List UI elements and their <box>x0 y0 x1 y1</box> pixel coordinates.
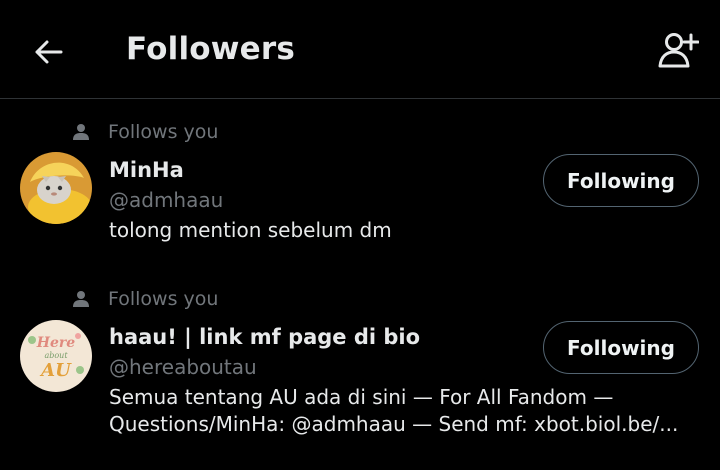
follower-name: haau! | link mf page di bio <box>109 325 421 349</box>
follows-you-label: Follows you <box>108 121 219 143</box>
avatar[interactable]: Here about AU <box>20 320 92 392</box>
avatar-logo-text: AU <box>39 360 72 381</box>
back-button[interactable] <box>30 34 66 70</box>
avatar-logo-text: about <box>44 351 68 360</box>
person-icon <box>73 291 89 307</box>
top-app-bar: Followers <box>0 0 720 99</box>
follower-handle: @admhaau <box>109 188 224 212</box>
following-button[interactable]: Following <box>543 154 699 207</box>
avatar-logo-text: Here <box>36 335 76 351</box>
avatar-image <box>20 152 92 224</box>
following-button[interactable]: Following <box>543 321 699 374</box>
follows-you-line: Follows you <box>72 120 218 144</box>
bio-line: Questions/MinHa: @admhaau — Send mf: xbo… <box>109 412 679 436</box>
follower-bio: Semua tentang AU ada di sini — For All F… <box>109 384 709 438</box>
person-icon <box>73 124 89 140</box>
follower-bio: tolong mention sebelum dm <box>109 217 709 244</box>
page-title: Followers <box>126 31 295 67</box>
bio-line: Semua tentang AU ada di sini — For All F… <box>109 385 614 409</box>
follows-you-line: Follows you <box>72 287 218 311</box>
avatar-image: Here about AU <box>20 320 92 392</box>
add-user-button[interactable] <box>656 30 700 70</box>
add-user-icon <box>658 33 699 68</box>
avatar[interactable] <box>20 152 92 224</box>
bio-line: tolong mention sebelum dm <box>109 218 392 242</box>
follower-name: MinHa <box>109 158 184 182</box>
follower-handle: @hereaboutau <box>109 355 257 379</box>
follows-you-label: Follows you <box>108 288 219 310</box>
back-arrow-icon <box>35 40 63 64</box>
